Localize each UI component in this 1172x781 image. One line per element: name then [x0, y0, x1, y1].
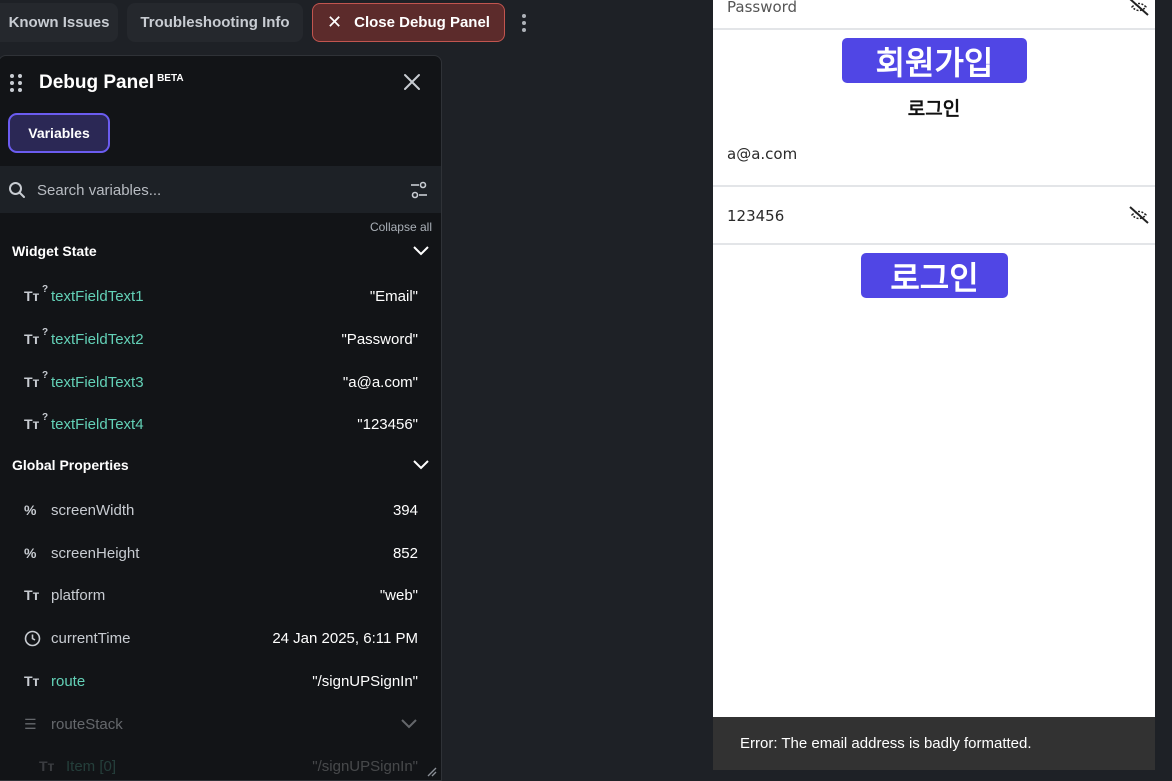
- percent-icon: %: [24, 545, 37, 561]
- list-item[interactable]: ☰ routeStack: [24, 712, 418, 736]
- close-icon: ✕: [327, 12, 343, 32]
- variable-name: platform: [51, 587, 106, 604]
- variable-name: routeStack: [51, 716, 123, 733]
- text-type-icon: Tт: [24, 587, 40, 603]
- list-item[interactable]: Tт? textFieldText3 "a@a.com": [24, 370, 418, 394]
- panel-title-text: Debug Panel: [39, 72, 155, 93]
- percent-icon: %: [24, 502, 37, 518]
- search-icon: [8, 181, 26, 199]
- close-debug-label: Close Debug Panel: [354, 14, 490, 31]
- list-item[interactable]: Tт? textFieldText4 "123456": [24, 412, 418, 436]
- variable-name: route: [51, 673, 86, 690]
- login-button[interactable]: 로그인: [861, 253, 1008, 298]
- text-type-icon: Tт?: [24, 327, 49, 347]
- top-toolbar: Known Issues Troubleshooting Info ✕ Clos…: [0, 0, 712, 48]
- text-type-icon: Tт: [39, 758, 55, 774]
- variable-value: "a@a.com": [342, 374, 418, 391]
- variable-value: "Password": [341, 331, 418, 348]
- widget-state-label: Widget State: [12, 243, 97, 259]
- variable-name: textFieldText1: [51, 288, 144, 305]
- variable-name: currentTime: [51, 630, 131, 647]
- variable-name: textFieldText2: [51, 331, 144, 348]
- text-type-icon: Tт?: [24, 412, 49, 432]
- list-item[interactable]: % screenWidth 394: [24, 498, 418, 522]
- known-issues-button[interactable]: Known Issues: [0, 3, 118, 42]
- chevron-down-icon[interactable]: [412, 244, 430, 258]
- chevron-down-icon[interactable]: [412, 458, 430, 472]
- text-type-icon: Tт?: [24, 284, 49, 304]
- snackbar-message: Error: The email address is badly format…: [740, 735, 1032, 752]
- login-title: 로그인: [907, 98, 961, 120]
- signup-button-label: 회원가입: [875, 43, 994, 82]
- known-issues-label: Known Issues: [8, 14, 110, 31]
- visibility-off-icon[interactable]: [1127, 204, 1151, 226]
- search-input[interactable]: [37, 176, 377, 204]
- variable-name: screenWidth: [51, 502, 135, 519]
- collapse-all-link[interactable]: Collapse all: [370, 220, 432, 234]
- debug-panel: Debug PanelBETA Variables Collapse all W…: [0, 55, 442, 781]
- variable-value: "web": [379, 587, 418, 604]
- text-type-icon: Tт?: [24, 370, 49, 390]
- signup-button[interactable]: 회원가입: [842, 38, 1027, 83]
- list-item[interactable]: Tт platform "web": [24, 583, 418, 607]
- more-options-icon[interactable]: [518, 12, 530, 34]
- list-icon: ☰: [24, 716, 37, 732]
- error-snackbar: Error: The email address is badly format…: [713, 717, 1155, 770]
- password-field-text: Password: [727, 0, 798, 16]
- tab-variables-label: Variables: [28, 125, 90, 141]
- variable-value: "123456": [357, 416, 418, 433]
- variable-value: 394: [392, 502, 418, 519]
- password-field-value: 123456: [727, 207, 785, 225]
- visibility-off-icon[interactable]: [1127, 0, 1151, 18]
- beta-badge: BETA: [157, 72, 184, 84]
- variable-name: Item [0]: [66, 758, 117, 775]
- chevron-down-icon[interactable]: [400, 718, 418, 730]
- drag-handle-icon[interactable]: [10, 74, 22, 92]
- password-input-field[interactable]: 123456: [713, 187, 1155, 245]
- troubleshooting-info-button[interactable]: Troubleshooting Info: [127, 3, 303, 42]
- variable-value: "/signUPSignIn": [312, 673, 418, 690]
- filter-icon[interactable]: [410, 181, 428, 199]
- list-item[interactable]: Tт Item [0] "/signUPSignIn": [39, 754, 418, 778]
- widget-state-header[interactable]: Widget State: [12, 240, 432, 264]
- list-item[interactable]: currentTime 24 Jan 2025, 6:11 PM: [24, 626, 418, 650]
- email-field[interactable]: a@a.com: [713, 124, 1155, 187]
- list-item[interactable]: Tт? textFieldText2 "Password": [24, 327, 418, 351]
- app-preview: Password 회원가입 로그인 a@a.com 123456 로그인 Err…: [713, 0, 1155, 770]
- panel-title: Debug Panel BETA: [39, 72, 184, 94]
- text-type-icon: Tт: [24, 673, 40, 689]
- background-strip: [1155, 0, 1172, 781]
- email-field-value: a@a.com: [727, 145, 798, 163]
- global-properties-header[interactable]: Global Properties: [12, 454, 432, 478]
- login-button-label: 로그인: [890, 258, 979, 297]
- global-properties-label: Global Properties: [12, 457, 129, 473]
- variable-name: screenHeight: [51, 545, 140, 562]
- list-item[interactable]: Tт? textFieldText1 "Email": [24, 284, 418, 308]
- variable-value: 852: [392, 545, 418, 562]
- clock-icon: [24, 630, 44, 648]
- variable-value: 24 Jan 2025, 6:11 PM: [272, 630, 418, 647]
- variable-name: textFieldText4: [51, 416, 144, 433]
- search-bar: [0, 166, 441, 213]
- panel-close-icon[interactable]: [403, 73, 421, 91]
- close-debug-panel-button[interactable]: ✕ Close Debug Panel: [312, 3, 505, 42]
- variable-name: textFieldText3: [51, 374, 144, 391]
- variable-value: "/signUPSignIn": [312, 758, 418, 775]
- resize-handle-icon[interactable]: [425, 765, 437, 777]
- variable-value: "Email": [369, 288, 418, 305]
- troubleshooting-label: Troubleshooting Info: [140, 14, 290, 31]
- tab-variables[interactable]: Variables: [8, 113, 110, 153]
- list-item[interactable]: Tт route "/signUPSignIn": [24, 669, 418, 693]
- list-item[interactable]: % screenHeight 852: [24, 541, 418, 565]
- password-field[interactable]: Password: [713, 0, 1155, 30]
